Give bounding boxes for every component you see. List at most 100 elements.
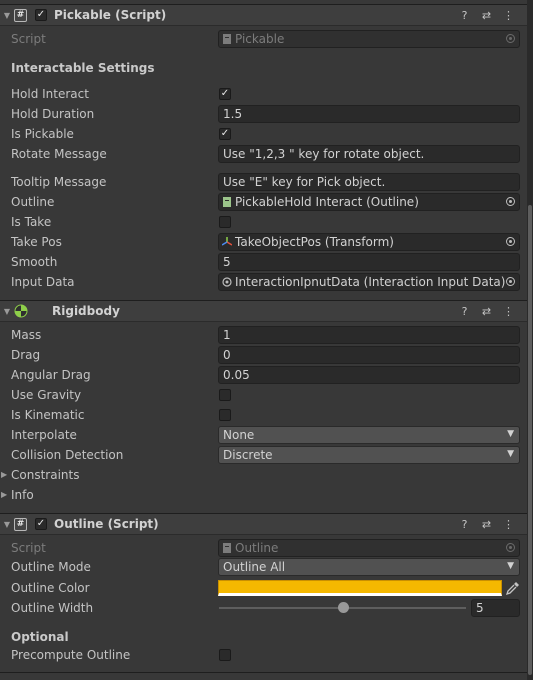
- is-kinematic-row: Is Kinematic: [0, 405, 527, 425]
- script-file-icon: [223, 34, 231, 44]
- rigidbody-component-header[interactable]: ▼ Rigidbody ? ⇄ ⋮: [0, 300, 527, 322]
- outline-ref-field[interactable]: PickableHold Interact (Outline): [218, 193, 520, 211]
- outline-width-slider-thumb[interactable]: [337, 602, 349, 613]
- script-icon: #: [14, 517, 27, 531]
- rotate-message-label: Rotate Message: [11, 147, 107, 161]
- angular-drag-field[interactable]: 0.05: [218, 366, 520, 384]
- object-picker-icon[interactable]: [506, 237, 515, 246]
- help-icon[interactable]: ?: [458, 304, 471, 318]
- smooth-field[interactable]: 5: [218, 253, 520, 271]
- angular-drag-row: Angular Drag 0.05: [0, 365, 527, 385]
- tooltip-message-field[interactable]: Use "E" key for Pick object.: [218, 173, 520, 191]
- input-data-field[interactable]: InteractionIpnutData (Interaction Input …: [218, 273, 520, 291]
- input-data-label: Input Data: [11, 275, 75, 289]
- pickable-component-header[interactable]: ▼ # ✓ Pickable (Script) ? ⇄ ⋮: [0, 4, 527, 26]
- tooltip-message-row: Tooltip Message Use "E" key for Pick obj…: [0, 172, 527, 192]
- input-data-value: InteractionIpnutData (Interaction Input …: [235, 275, 506, 289]
- precompute-outline-checkbox[interactable]: [219, 649, 231, 661]
- hold-interact-checkbox[interactable]: ✓: [219, 88, 231, 100]
- drag-label: Drag: [11, 348, 41, 362]
- is-kinematic-checkbox[interactable]: [219, 409, 231, 421]
- script-icon: #: [14, 8, 27, 22]
- script-file-icon: [223, 543, 231, 553]
- pickable-script-field: Pickable: [218, 30, 520, 48]
- outline-component-header[interactable]: ▼ # ✓ Outline (Script) ? ⇄ ⋮: [0, 513, 527, 535]
- eyedropper-icon[interactable]: [505, 581, 520, 596]
- help-icon[interactable]: ?: [458, 8, 471, 22]
- script-label: Script: [11, 32, 46, 46]
- outline-enabled-checkbox[interactable]: ✓: [35, 518, 47, 530]
- is-take-label: Is Take: [11, 215, 52, 229]
- outline-width-label: Outline Width: [11, 601, 94, 615]
- rotate-message-row: Rotate Message Use "1,2,3 " key for rota…: [0, 144, 527, 164]
- interpolate-dropdown[interactable]: None ▼: [218, 426, 520, 444]
- scriptable-object-icon: [222, 277, 232, 287]
- outline-ref-row: Outline PickableHold Interact (Outline): [0, 192, 527, 212]
- hold-duration-row: Hold Duration 1.5: [0, 104, 527, 124]
- collision-detection-dropdown[interactable]: Discrete ▼: [218, 446, 520, 464]
- outline-width-field[interactable]: 5: [471, 599, 520, 617]
- optional-header: Optional: [0, 627, 527, 647]
- scrollbar-thumb[interactable]: [528, 205, 532, 675]
- is-take-checkbox[interactable]: [219, 216, 231, 228]
- object-picker-icon: [506, 34, 515, 43]
- mass-label: Mass: [11, 328, 42, 342]
- foldout-arrow-icon[interactable]: ▼: [0, 520, 14, 529]
- outline-label: Outline: [11, 195, 55, 209]
- outline-color-swatch[interactable]: [218, 580, 502, 596]
- more-options-icon[interactable]: ⋮: [502, 517, 515, 531]
- vertical-scrollbar[interactable]: [527, 0, 533, 680]
- outline-mode-dropdown[interactable]: Outline All ▼: [218, 558, 520, 576]
- outline-script-field: Outline: [218, 539, 520, 557]
- info-label: Info: [11, 488, 34, 502]
- interpolate-row: Interpolate None ▼: [0, 425, 527, 445]
- interpolate-value: None: [223, 428, 255, 442]
- constraints-label: Constraints: [11, 468, 80, 482]
- object-picker-icon[interactable]: [506, 277, 515, 286]
- angular-drag-label: Angular Drag: [11, 368, 91, 382]
- dropdown-arrow-icon: ▼: [507, 449, 514, 459]
- use-gravity-checkbox[interactable]: [219, 389, 231, 401]
- hold-duration-field[interactable]: 1.5: [218, 105, 520, 123]
- rigidbody-component-title: Rigidbody: [52, 304, 120, 318]
- info-row[interactable]: ▶ Info: [0, 485, 527, 505]
- collision-detection-value: Discrete: [223, 448, 273, 462]
- rotate-message-field[interactable]: Use "1,2,3 " key for rotate object.: [218, 145, 520, 163]
- presets-icon[interactable]: ⇄: [480, 517, 493, 531]
- constraints-row[interactable]: ▶ Constraints: [0, 465, 527, 485]
- tooltip-message-label: Tooltip Message: [11, 175, 107, 189]
- take-pos-row: Take Pos TakeObjectPos (Transform): [0, 232, 527, 252]
- script-value: Pickable: [235, 32, 285, 46]
- optional-title: Optional: [11, 630, 69, 644]
- is-pickable-row: Is Pickable ✓: [0, 124, 527, 144]
- script-label: Script: [11, 541, 46, 555]
- presets-icon[interactable]: ⇄: [480, 304, 493, 318]
- foldout-arrow-icon[interactable]: ▼: [0, 307, 14, 316]
- use-gravity-row: Use Gravity: [0, 385, 527, 405]
- mass-field[interactable]: 1: [218, 326, 520, 344]
- collision-detection-label: Collision Detection: [11, 448, 124, 462]
- more-options-icon[interactable]: ⋮: [502, 304, 515, 318]
- help-icon[interactable]: ?: [458, 517, 471, 531]
- pickable-component-title: Pickable (Script): [54, 8, 167, 22]
- pickable-enabled-checkbox[interactable]: ✓: [35, 9, 47, 21]
- object-picker-icon[interactable]: [506, 197, 515, 206]
- foldout-arrow-icon[interactable]: ▶: [1, 470, 7, 479]
- is-pickable-checkbox[interactable]: ✓: [219, 128, 231, 140]
- take-pos-field[interactable]: TakeObjectPos (Transform): [218, 233, 520, 251]
- outline-color-row: Outline Color: [0, 578, 527, 598]
- take-pos-value: TakeObjectPos (Transform): [235, 235, 394, 249]
- rigidbody-icon: [14, 304, 28, 318]
- foldout-arrow-icon[interactable]: ▶: [1, 490, 7, 499]
- presets-icon[interactable]: ⇄: [480, 8, 493, 22]
- mass-row: Mass 1: [0, 325, 527, 345]
- interpolate-label: Interpolate: [11, 428, 77, 442]
- more-options-icon[interactable]: ⋮: [502, 8, 515, 22]
- foldout-arrow-icon[interactable]: ▼: [0, 11, 14, 20]
- outline-width-row: Outline Width 5: [0, 598, 527, 618]
- drag-row: Drag 0: [0, 345, 527, 365]
- drag-field[interactable]: 0: [218, 346, 520, 364]
- outline-mode-label: Outline Mode: [11, 560, 91, 574]
- interactable-settings-header: Interactable Settings: [0, 58, 527, 78]
- collision-detection-row: Collision Detection Discrete ▼: [0, 445, 527, 465]
